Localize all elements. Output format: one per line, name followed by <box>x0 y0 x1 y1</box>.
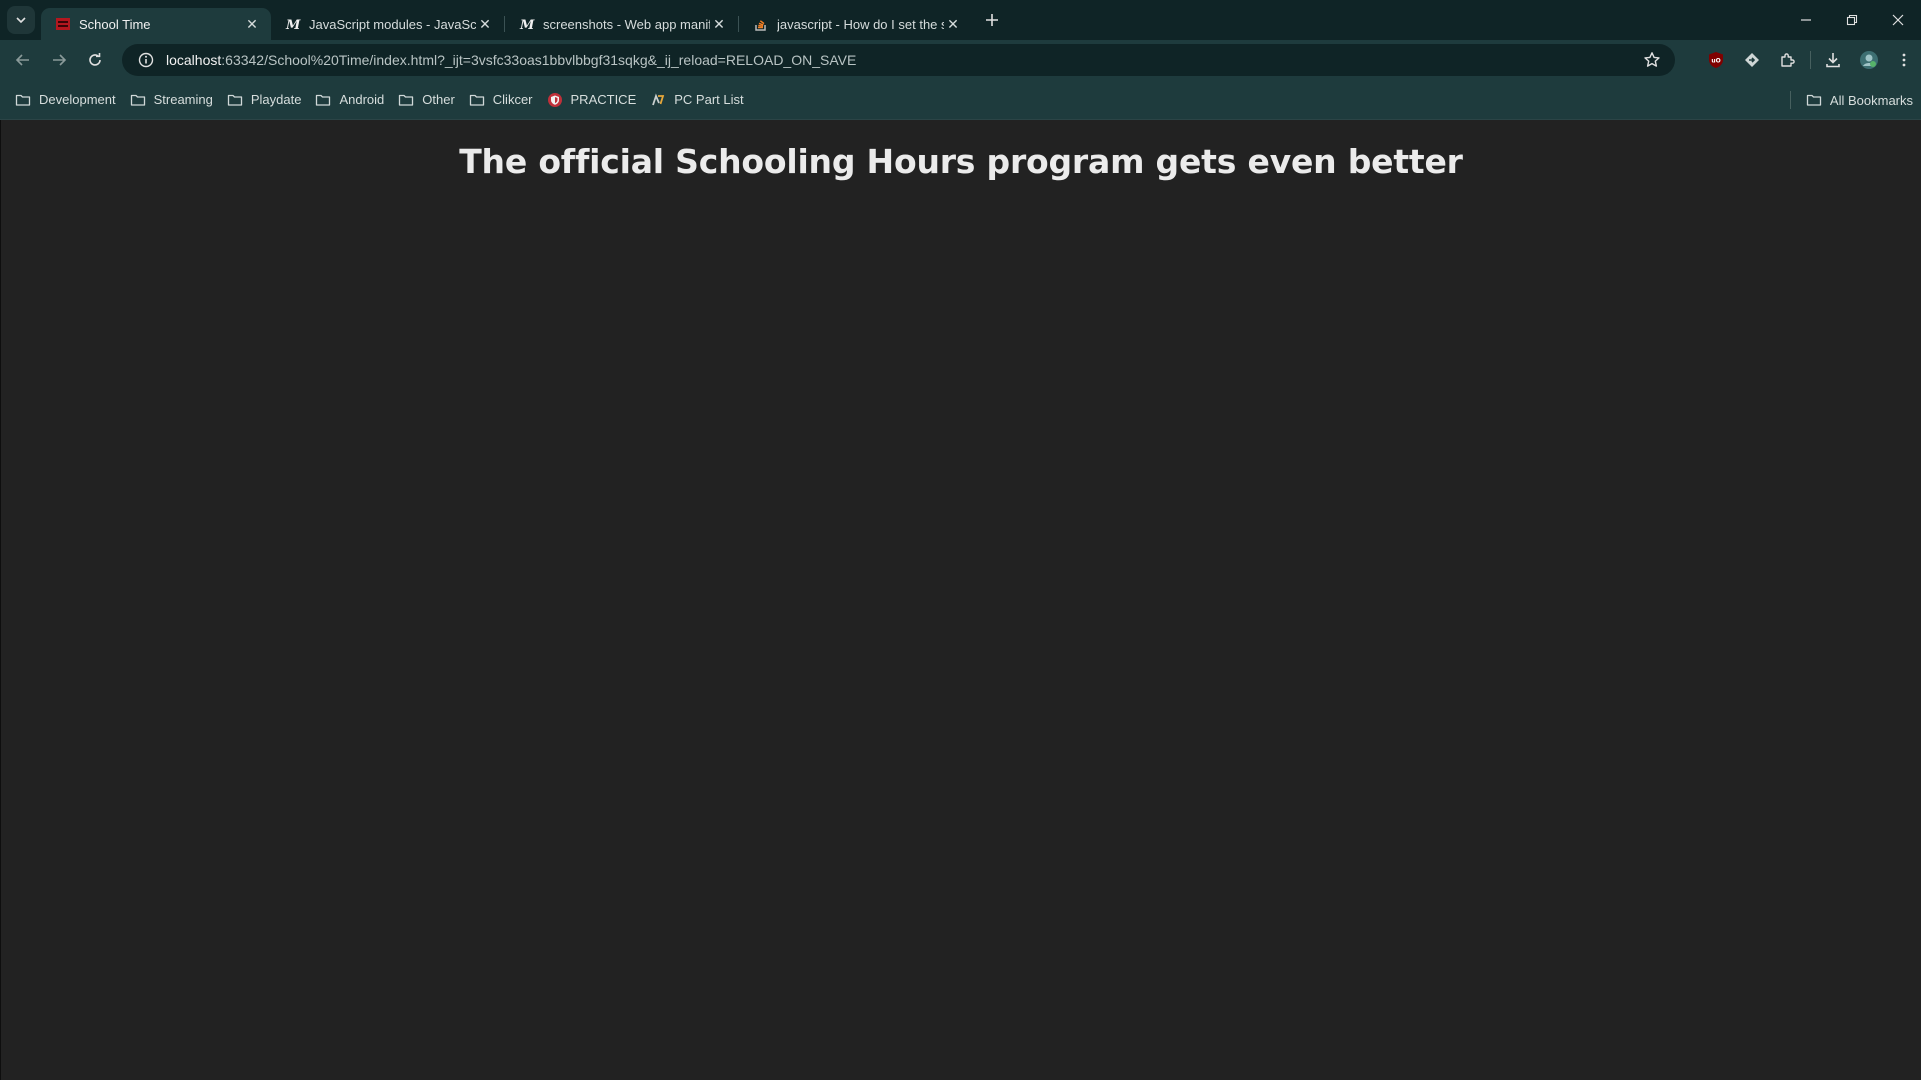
tab-title: screenshots - Web app manifest <box>543 16 710 32</box>
restore-icon <box>1846 14 1858 26</box>
forward-button[interactable] <box>42 43 76 77</box>
school-favicon-icon <box>55 16 71 32</box>
tab-school-time[interactable]: School Time ✕ <box>41 8 271 40</box>
close-icon[interactable]: ✕ <box>710 15 728 33</box>
menu-kebab-icon[interactable] <box>1887 43 1921 77</box>
bookmark-other[interactable]: Other <box>391 86 462 114</box>
close-icon[interactable]: ✕ <box>944 15 962 33</box>
bookmarks-bar: Development Streaming Playdate Android O… <box>0 80 1921 120</box>
all-bookmarks-label: All Bookmarks <box>1829 92 1913 108</box>
bookmark-label: Development <box>39 92 116 107</box>
bookmark-playdate[interactable]: Playdate <box>220 86 309 114</box>
shield-favicon-icon <box>547 92 562 107</box>
bookmark-label: Android <box>339 92 385 107</box>
tab-screenshots-manifest[interactable]: M screenshots - Web app manifest ✕ <box>505 8 738 40</box>
bookmark-label: Other <box>422 92 455 107</box>
bookmark-star-icon[interactable] <box>1643 51 1661 74</box>
svg-text:M: M <box>519 18 535 32</box>
address-bar[interactable]: localhost:63342/School%20Time/index.html… <box>122 44 1675 76</box>
extension-arrow-icon[interactable] <box>1734 43 1770 77</box>
tab-title: School Time <box>79 16 151 32</box>
folder-icon <box>130 94 145 106</box>
bookmark-practice[interactable]: PRACTICE <box>540 86 644 114</box>
folder-icon <box>316 94 331 106</box>
back-button[interactable] <box>6 43 40 77</box>
reload-button[interactable] <box>78 43 112 77</box>
bookmark-label: Streaming <box>153 92 213 107</box>
arrow-right-icon <box>53 54 67 66</box>
minimize-icon <box>1801 19 1811 21</box>
bookmarks-separator <box>1790 91 1791 109</box>
folder-icon <box>15 94 31 106</box>
profile-avatar-icon[interactable] <box>1851 43 1887 77</box>
bookmark-development[interactable]: Development <box>8 86 123 114</box>
page-viewport: The official Schooling Hours program get… <box>0 120 1921 1080</box>
bookmark-streaming[interactable]: Streaming <box>123 86 220 114</box>
close-window-button[interactable] <box>1875 0 1921 40</box>
svg-text:uO: uO <box>1711 58 1720 65</box>
mdn-favicon-icon: M <box>285 16 301 32</box>
bookmark-label: PRACTICE <box>570 92 637 107</box>
url-text: localhost:63342/School%20Time/index.html… <box>166 52 856 68</box>
toolbar-separator <box>1810 51 1811 69</box>
tab-stackoverflow[interactable]: javascript - How do I set the start ✕ <box>739 8 972 40</box>
folder-icon <box>399 94 414 106</box>
bookmark-pc-part-list[interactable]: PC Part List <box>643 86 750 114</box>
tab-title: JavaScript modules - JavaScript <box>309 16 476 32</box>
bookmark-label: Clikcer <box>492 92 533 107</box>
bookmark-label: PC Part List <box>674 92 744 107</box>
minimize-button[interactable] <box>1783 0 1829 40</box>
folder-icon <box>469 94 484 106</box>
close-icon[interactable]: ✕ <box>243 15 261 33</box>
arrow-left-icon <box>15 54 29 66</box>
restore-button[interactable] <box>1829 0 1875 40</box>
tab-title: javascript - How do I set the start <box>777 16 944 32</box>
bookmark-clikcer[interactable]: Clikcer <box>462 86 540 114</box>
tab-strip: School Time ✕ M JavaScript modules - Jav… <box>0 0 1921 40</box>
svg-text:M: M <box>285 18 301 32</box>
reload-icon <box>89 53 101 66</box>
close-icon <box>1892 14 1904 26</box>
site-info-icon[interactable] <box>130 52 162 68</box>
folder-icon <box>1806 94 1822 106</box>
stackoverflow-favicon-icon <box>753 16 769 32</box>
download-icon[interactable] <box>1815 43 1851 77</box>
ublock-extension-icon[interactable]: uO <box>1698 43 1734 77</box>
browser-toolbar: localhost:63342/School%20Time/index.html… <box>0 40 1921 80</box>
plus-icon <box>986 14 998 26</box>
mdn-favicon-icon: M <box>519 16 535 32</box>
close-icon[interactable]: ✕ <box>476 15 494 33</box>
chevron-down-icon <box>16 17 26 24</box>
pcpartpicker-favicon-icon <box>652 92 665 105</box>
url-host: localhost <box>166 52 222 68</box>
tab-search-button[interactable] <box>7 6 35 34</box>
extensions-puzzle-icon[interactable] <box>1770 43 1806 77</box>
new-tab-button[interactable] <box>978 6 1006 34</box>
folder-icon <box>227 94 243 106</box>
all-bookmarks-button[interactable]: All Bookmarks <box>1806 86 1913 114</box>
page-heading: The official Schooling Hours program get… <box>459 142 1463 181</box>
url-path: :63342/School%20Time/index.html?_ijt=3vs… <box>221 52 857 68</box>
tab-javascript-modules[interactable]: M JavaScript modules - JavaScript ✕ <box>271 8 504 40</box>
bookmark-label: Playdate <box>250 92 302 107</box>
bookmark-android[interactable]: Android <box>308 86 391 114</box>
